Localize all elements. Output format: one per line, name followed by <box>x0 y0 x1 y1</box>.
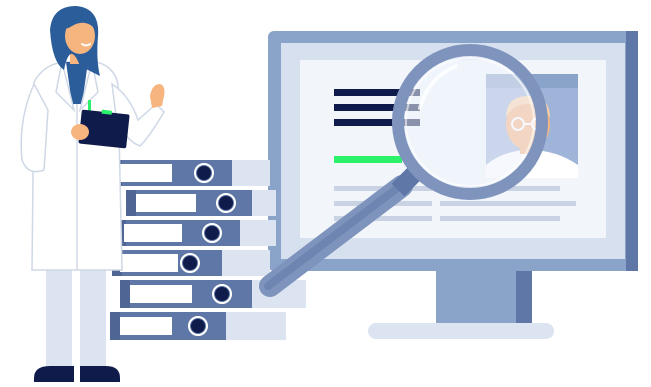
binder-icon <box>112 250 270 276</box>
binder-icon <box>110 312 286 340</box>
placeholder-line-6 <box>440 216 560 221</box>
status-bar-green <box>334 156 402 163</box>
monitor-stand-neck-shadow <box>516 268 532 330</box>
monitor-frame-shadow <box>626 31 638 271</box>
illustration-scene <box>20 6 638 382</box>
binder-icon <box>112 160 270 186</box>
monitor-stand-base <box>368 323 554 339</box>
binder-icon <box>116 220 276 246</box>
binder-icon <box>126 190 276 216</box>
placeholder-line-4 <box>440 201 576 206</box>
